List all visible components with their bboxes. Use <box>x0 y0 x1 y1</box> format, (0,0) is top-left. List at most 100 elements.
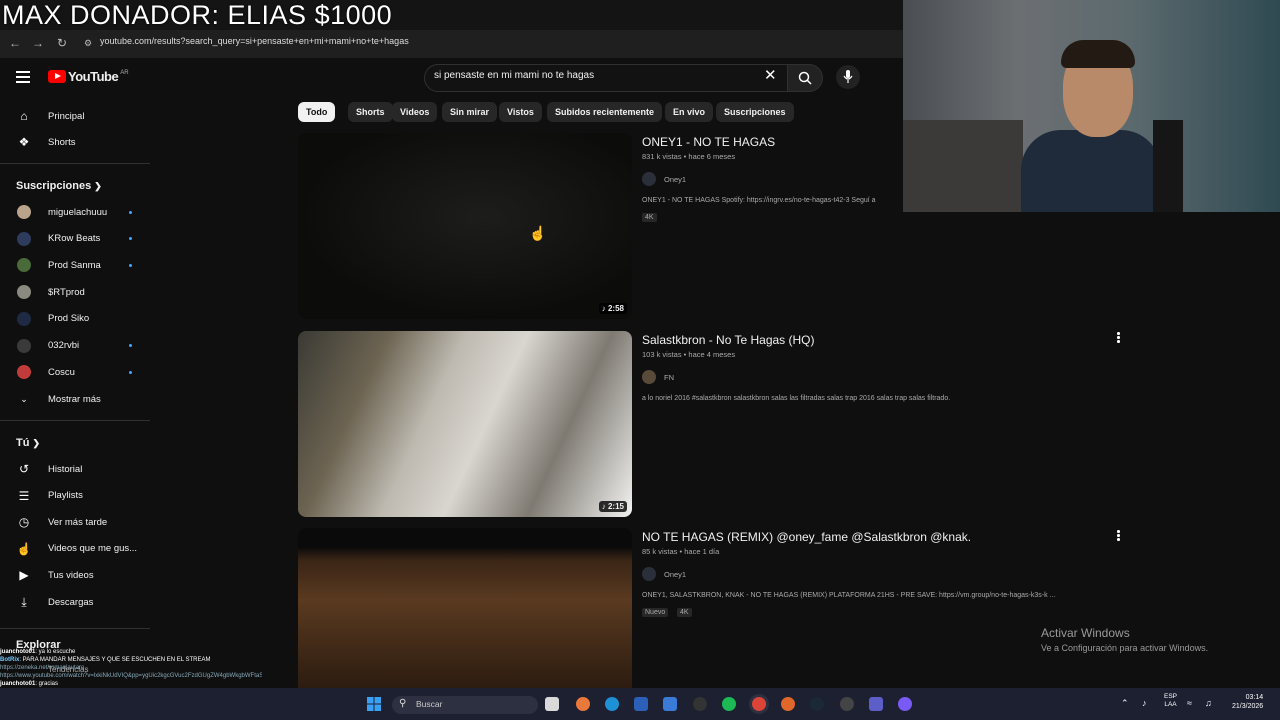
sidebar-item-download[interactable]: ⤓ Descargas <box>0 589 150 615</box>
task-view-icon[interactable] <box>545 697 559 711</box>
more-options-icon[interactable] <box>1117 332 1120 344</box>
sidebar-item-subscription[interactable]: miguelachuuu <box>0 199 150 225</box>
sidebar-item-clock[interactable]: ◷ Ver más tarde <box>0 509 150 535</box>
channel-name[interactable]: FN <box>664 373 674 382</box>
channel-name[interactable]: Oney1 <box>664 570 686 579</box>
chat-username: BotRix <box>0 657 20 663</box>
youtube-logo[interactable]: YouTube AR <box>48 69 129 84</box>
clear-search-icon[interactable]: ✕ <box>764 66 777 84</box>
reload-icon[interactable]: ↻ <box>54 35 70 51</box>
clock[interactable]: 03:14 21/3/2026 <box>1232 693 1263 711</box>
language-indicator[interactable]: ESP LAA <box>1164 693 1177 709</box>
channel-avatar[interactable] <box>642 370 656 384</box>
webcam-bed <box>903 120 1023 212</box>
taskbar-search[interactable] <box>392 696 538 714</box>
app-icon-2[interactable] <box>898 697 912 711</box>
site-info-icon[interactable]: ⚙ <box>80 35 96 51</box>
sidebar-item-subscription[interactable]: Coscu <box>0 359 150 385</box>
you-title: Tú <box>16 437 30 449</box>
sidebar-divider <box>0 420 150 421</box>
shorts-icon: ❖ <box>18 135 30 149</box>
sidebar-item-subscription[interactable]: KRow Beats <box>0 226 150 252</box>
more-options-icon[interactable] <box>1117 530 1120 542</box>
github-icon[interactable] <box>693 697 707 711</box>
date: 21/3/2026 <box>1232 703 1264 710</box>
video-title[interactable]: ONEY1 - NO TE HAGAS <box>642 135 775 149</box>
chip-todo[interactable]: Todo <box>298 102 336 122</box>
video-title[interactable]: NO TE HAGAS (REMIX) @oney_fame @Salastkb… <box>642 530 971 544</box>
chat-text: : PARA MANDAR MENSAJES Y QUE SE ESCUCHEN… <box>19 657 211 663</box>
volume-icon[interactable]: ♫ <box>1205 698 1212 708</box>
chrome-icon[interactable] <box>752 697 766 711</box>
duration-text: 2:15 <box>607 502 624 511</box>
search-input[interactable]: si pensaste en mi mami no te hagas <box>434 70 594 81</box>
chip-subidos-recientemente[interactable]: Subidos recientemente <box>547 102 663 122</box>
chat-message: https://zeneka.net/romanlautaro <box>0 664 262 672</box>
channel-link[interactable]: FN <box>642 370 674 384</box>
forward-icon[interactable]: → <box>30 35 46 51</box>
chip-vistos[interactable]: Vistos <box>499 102 542 122</box>
video-title[interactable]: Salastkbron - No Te Hagas (HQ) <box>642 333 815 347</box>
channel-link[interactable]: Oney1 <box>642 172 686 186</box>
video-thumbnail[interactable] <box>298 528 632 688</box>
video-thumbnail[interactable]: ♪ 2:58 <box>298 133 632 319</box>
sidebar-item-subscription[interactable]: Prod Sanma <box>0 252 150 278</box>
channel-avatar[interactable] <box>642 567 656 581</box>
show-more-button[interactable]: ⌄ Mostrar más <box>0 386 150 412</box>
sidebar-item-playlist[interactable]: ☰ Playlists <box>0 483 150 509</box>
edge-icon[interactable] <box>605 697 619 711</box>
subscriptions-heading[interactable]: Suscripciones ❯ <box>16 180 102 192</box>
browser-app-icon[interactable] <box>781 697 795 711</box>
teams-icon[interactable] <box>869 697 883 711</box>
chat-overlay: juanchoto01: ya lo escuche BotRix: PARA M… <box>0 648 262 688</box>
taskbar-search-placeholder[interactable]: Buscar <box>416 699 442 709</box>
sidebar-item-video[interactable]: ▶ Tus videos <box>0 562 150 588</box>
sidebar-item-like[interactable]: ☝ Videos que me gus... <box>0 536 150 562</box>
sidebar-item-label: Ver más tarde <box>48 516 108 528</box>
sidebar-item-principal[interactable]: ⌂ Principal <box>0 103 150 129</box>
video-badge: 4K <box>642 213 657 222</box>
chip-en-vivo[interactable]: En vivo <box>665 102 714 122</box>
start-menu-icon[interactable] <box>367 697 381 711</box>
spotify-icon[interactable] <box>722 697 736 711</box>
video-thumbnail[interactable]: ♪ 2:15 <box>298 331 632 517</box>
voice-search-button[interactable] <box>836 65 860 89</box>
windows-logo-icon <box>367 697 381 711</box>
address-bar[interactable]: youtube.com/results?search_query=si+pens… <box>100 36 409 46</box>
obs-icon[interactable] <box>840 697 854 711</box>
store-icon[interactable] <box>634 697 648 711</box>
chat-message: https://www.youtube.com/watch?v=lxkiNkUd… <box>0 672 262 680</box>
channel-avatar <box>17 205 31 219</box>
sidebar-item-history[interactable]: ↺ Historial <box>0 456 150 482</box>
channel-avatar[interactable] <box>642 172 656 186</box>
chip-sin-mirar[interactable]: Sin mirar <box>442 102 498 122</box>
language-layout: LAA <box>1164 701 1177 708</box>
chevron-right-icon: ❯ <box>32 438 41 448</box>
duration-text: 2:58 <box>607 304 624 313</box>
chevron-up-icon[interactable]: ⌃ <box>1121 698 1129 709</box>
sidebar-item-subscription[interactable]: 032rvbi <box>0 333 150 359</box>
search-button[interactable] <box>787 64 823 92</box>
you-heading[interactable]: Tú ❯ <box>16 437 40 449</box>
chip-shorts[interactable]: Shorts <box>348 102 393 122</box>
back-icon[interactable]: ← <box>7 35 23 51</box>
sidebar-item-label: Shorts <box>48 136 76 148</box>
app-icon[interactable] <box>576 697 590 711</box>
sidebar-item-label: Videos que me gus... <box>48 543 138 555</box>
menu-icon[interactable] <box>16 71 30 86</box>
sidebar-item-label: Playlists <box>48 490 83 502</box>
history-icon: ↺ <box>18 462 30 476</box>
microphone-tray-icon[interactable]: ♪ <box>1142 698 1147 708</box>
wifi-icon[interactable]: ≈ <box>1187 698 1192 708</box>
chip-videos[interactable]: Videos <box>392 102 438 122</box>
sidebar-item-label: Coscu <box>48 366 75 378</box>
mail-icon[interactable] <box>663 697 677 711</box>
sidebar-item-shorts[interactable]: ❖ Shorts <box>0 129 150 155</box>
channel-link[interactable]: Oney1 <box>642 567 686 581</box>
sidebar-item-subscription[interactable]: $RTprod <box>0 279 150 305</box>
webcam-overlay <box>903 0 1280 212</box>
chip-suscripciones[interactable]: Suscripciones <box>716 102 794 122</box>
sidebar-item-subscription[interactable]: Prod Siko <box>0 306 150 332</box>
channel-name[interactable]: Oney1 <box>664 175 686 184</box>
steam-icon[interactable] <box>810 697 824 711</box>
